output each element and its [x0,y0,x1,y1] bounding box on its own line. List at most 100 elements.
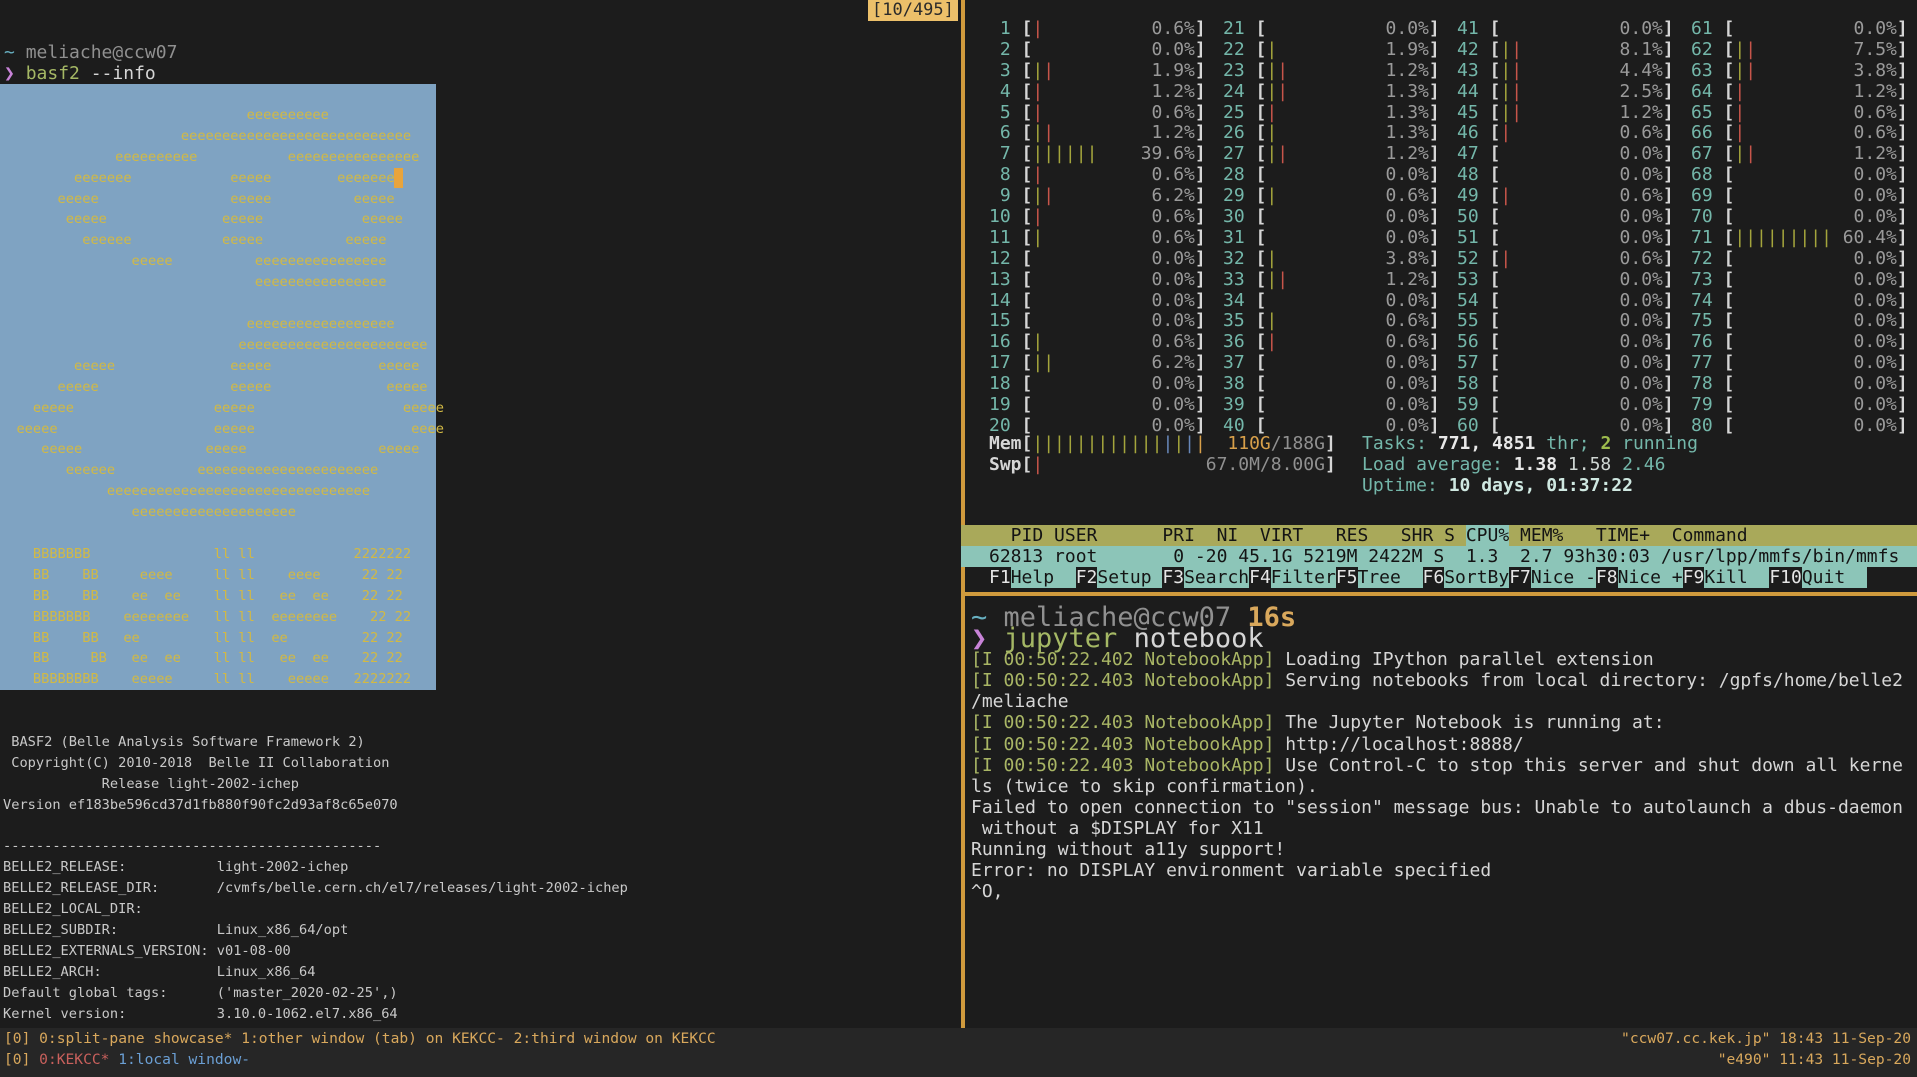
cpu-number: 37 [1223,353,1245,374]
cpu-number: 48 [1457,165,1479,186]
meter-bracket: [ [1490,186,1501,207]
status-line-outer-session[interactable]: [0] 0:KEKCC* 1:local window- "e490" 11:4… [0,1049,1917,1070]
meter-bracket: ] [1195,332,1206,353]
cpu-percent: 0.0% [1152,40,1195,61]
meter-bar: | [1108,433,1119,454]
fkey-item-f8[interactable]: F8Nice + [1596,567,1683,588]
meter-bracket: ] [1663,165,1674,186]
cpu-number: 16 [989,332,1011,353]
meter-bracket: [ [1022,144,1033,165]
cpu-percent: 0.0% [1620,270,1663,291]
cpu-number: 1 [989,19,1011,40]
meter-body: 0.0% [1500,311,1663,332]
meter-bar: | [1065,143,1076,164]
terminal-line: [I 00:50:22.403 NotebookApp] http://loca… [971,734,1917,755]
fkey-item-f3[interactable]: F3Search [1162,567,1249,588]
fkey-item-f2[interactable]: F2Setup [1076,567,1163,588]
cpu-percent: 6.2% [1152,353,1195,374]
status-line-inner-session[interactable]: [0] 0:split-pane showcase* 1:other windo… [0,1028,1917,1049]
pane-divider-horizontal[interactable] [961,592,1917,596]
cpu-meter: 37[0.0%] [1223,353,1457,374]
cpu-number: 58 [1457,374,1479,395]
meter-bracket: [ [1724,123,1735,144]
cpu-percent: 0.0% [1854,186,1897,207]
fkey-item-f5[interactable]: F5Tree [1336,567,1423,588]
fkey-item-f9[interactable]: F9Kill [1683,567,1770,588]
meter-body: |0.6% [1032,103,1195,124]
basf2-belle2-ascii-logo: eeeeeeeeee eeeeeeeeeeeeeeeeeeeeeeeeeeee … [0,84,436,690]
meter-bracket: ] [1663,82,1674,103]
process-table-header[interactable]: PID USER PRI NI VIRT RES SHR S CPU% MEM%… [961,525,1917,546]
cpu-meter: 29[|0.6%] [1223,186,1457,207]
cpu-meter: 24[||1.3%] [1223,82,1457,103]
meter-body: 0.0% [1032,395,1195,416]
meter-bar: | [1500,60,1511,81]
meter-bracket: [ [1256,249,1267,270]
meter-bracket: [ [1022,332,1033,353]
meter-body: 0.0% [1266,228,1429,249]
cpu-percent: 1.2% [1854,144,1897,165]
sort-column-cpu[interactable]: CPU% [1466,525,1509,546]
cpu-number: 67 [1691,144,1713,165]
meter-body: ||6.2% [1032,186,1195,207]
meter-bar: | [1032,143,1043,164]
meter-bracket: [ [1022,249,1033,270]
meter-bracket: [ [1256,61,1267,82]
meter-body: ||4.4% [1500,61,1663,82]
cpu-meter: 38[0.0%] [1223,374,1457,395]
cpu-percent: 1.9% [1152,61,1195,82]
cpu-number: 18 [989,374,1011,395]
meter-bar: | [1043,185,1054,206]
cpu-meter: 67[||1.2%] [1691,144,1917,165]
meter-bar: | [1511,102,1522,123]
text-segment: ls (twice to skip confirmation). [971,776,1318,797]
meter-body: 0.0% [1500,19,1663,40]
tab-counter-badge[interactable]: [10/495] [868,0,958,21]
cpu-number: 26 [1223,123,1245,144]
cpu-number: 41 [1457,19,1479,40]
meter-bracket: ] [1429,311,1440,332]
meter-bars: || [1266,82,1288,103]
cpu-number: 35 [1223,311,1245,332]
fkey-item-f6[interactable]: F6SortBy [1423,567,1510,588]
fkey-item-f4[interactable]: F4Filter [1249,567,1336,588]
fkey-item-f1[interactable]: F1Help [989,567,1076,588]
meter-bracket: ] [1195,291,1206,312]
cpu-number: 32 [1223,249,1245,270]
meter-bracket: [ [1490,40,1501,61]
fkey-item-f10[interactable]: F10Quit [1769,567,1867,588]
meter-body: 0.0% [1500,165,1663,186]
meter-bars: || [1734,61,1756,82]
meter-bracket: [ [1022,395,1033,416]
meter-body: ||7.5% [1734,40,1897,61]
cpu-number: 17 [989,353,1011,374]
fkey-label: Setup [1097,567,1162,588]
cpu-meter: 3[||1.9%] [989,61,1223,82]
terminal-line: Error: no DISPLAY environment variable s… [971,860,1917,881]
meter-bar: | [1032,60,1043,81]
pane-divider-vertical[interactable] [961,0,965,1028]
meter-bracket: ] [1429,291,1440,312]
cpu-meter: 43[||4.4%] [1457,61,1691,82]
fkey-key: F2 [1076,567,1098,588]
cpu-number: 14 [989,291,1011,312]
htop-function-key-bar: F1Help F2Setup F3SearchF4FilterF5Tree F6… [989,567,1867,588]
cpu-number: 25 [1223,103,1245,124]
meter-bar: | [1734,60,1745,81]
cpu-meter: 62[||7.5%] [1691,40,1917,61]
cpu-percent: 0.0% [1620,165,1663,186]
fkey-item-f7[interactable]: F7Nice - [1509,567,1596,588]
cpu-percent: 0.6% [1386,186,1429,207]
cpu-meter: 1[|0.6%] [989,19,1223,40]
terminal-pane-jupyter[interactable]: ~ meliache@ccw07 16s❯ jupyter notebook[I… [971,607,1917,902]
cpu-meter: 50[0.0%] [1457,207,1691,228]
cpu-meter: 36[|0.6%] [1223,332,1457,353]
meter-bracket: ] [1195,207,1206,228]
terminal-pane-left[interactable]: ~ meliache@ccw07 ❯ basf2 --info eeeeeeee… [0,0,961,1028]
cpu-number: 31 [1223,228,1245,249]
cpu-percent: 0.0% [1620,207,1663,228]
meter-bracket: [ [1490,228,1501,249]
meter-body: ||1.2% [1500,103,1663,124]
cpu-percent: 0.0% [1620,144,1663,165]
process-row[interactable]: 62813 root 0 -20 45.1G 5219M 2422M S 1.3… [961,546,1917,567]
